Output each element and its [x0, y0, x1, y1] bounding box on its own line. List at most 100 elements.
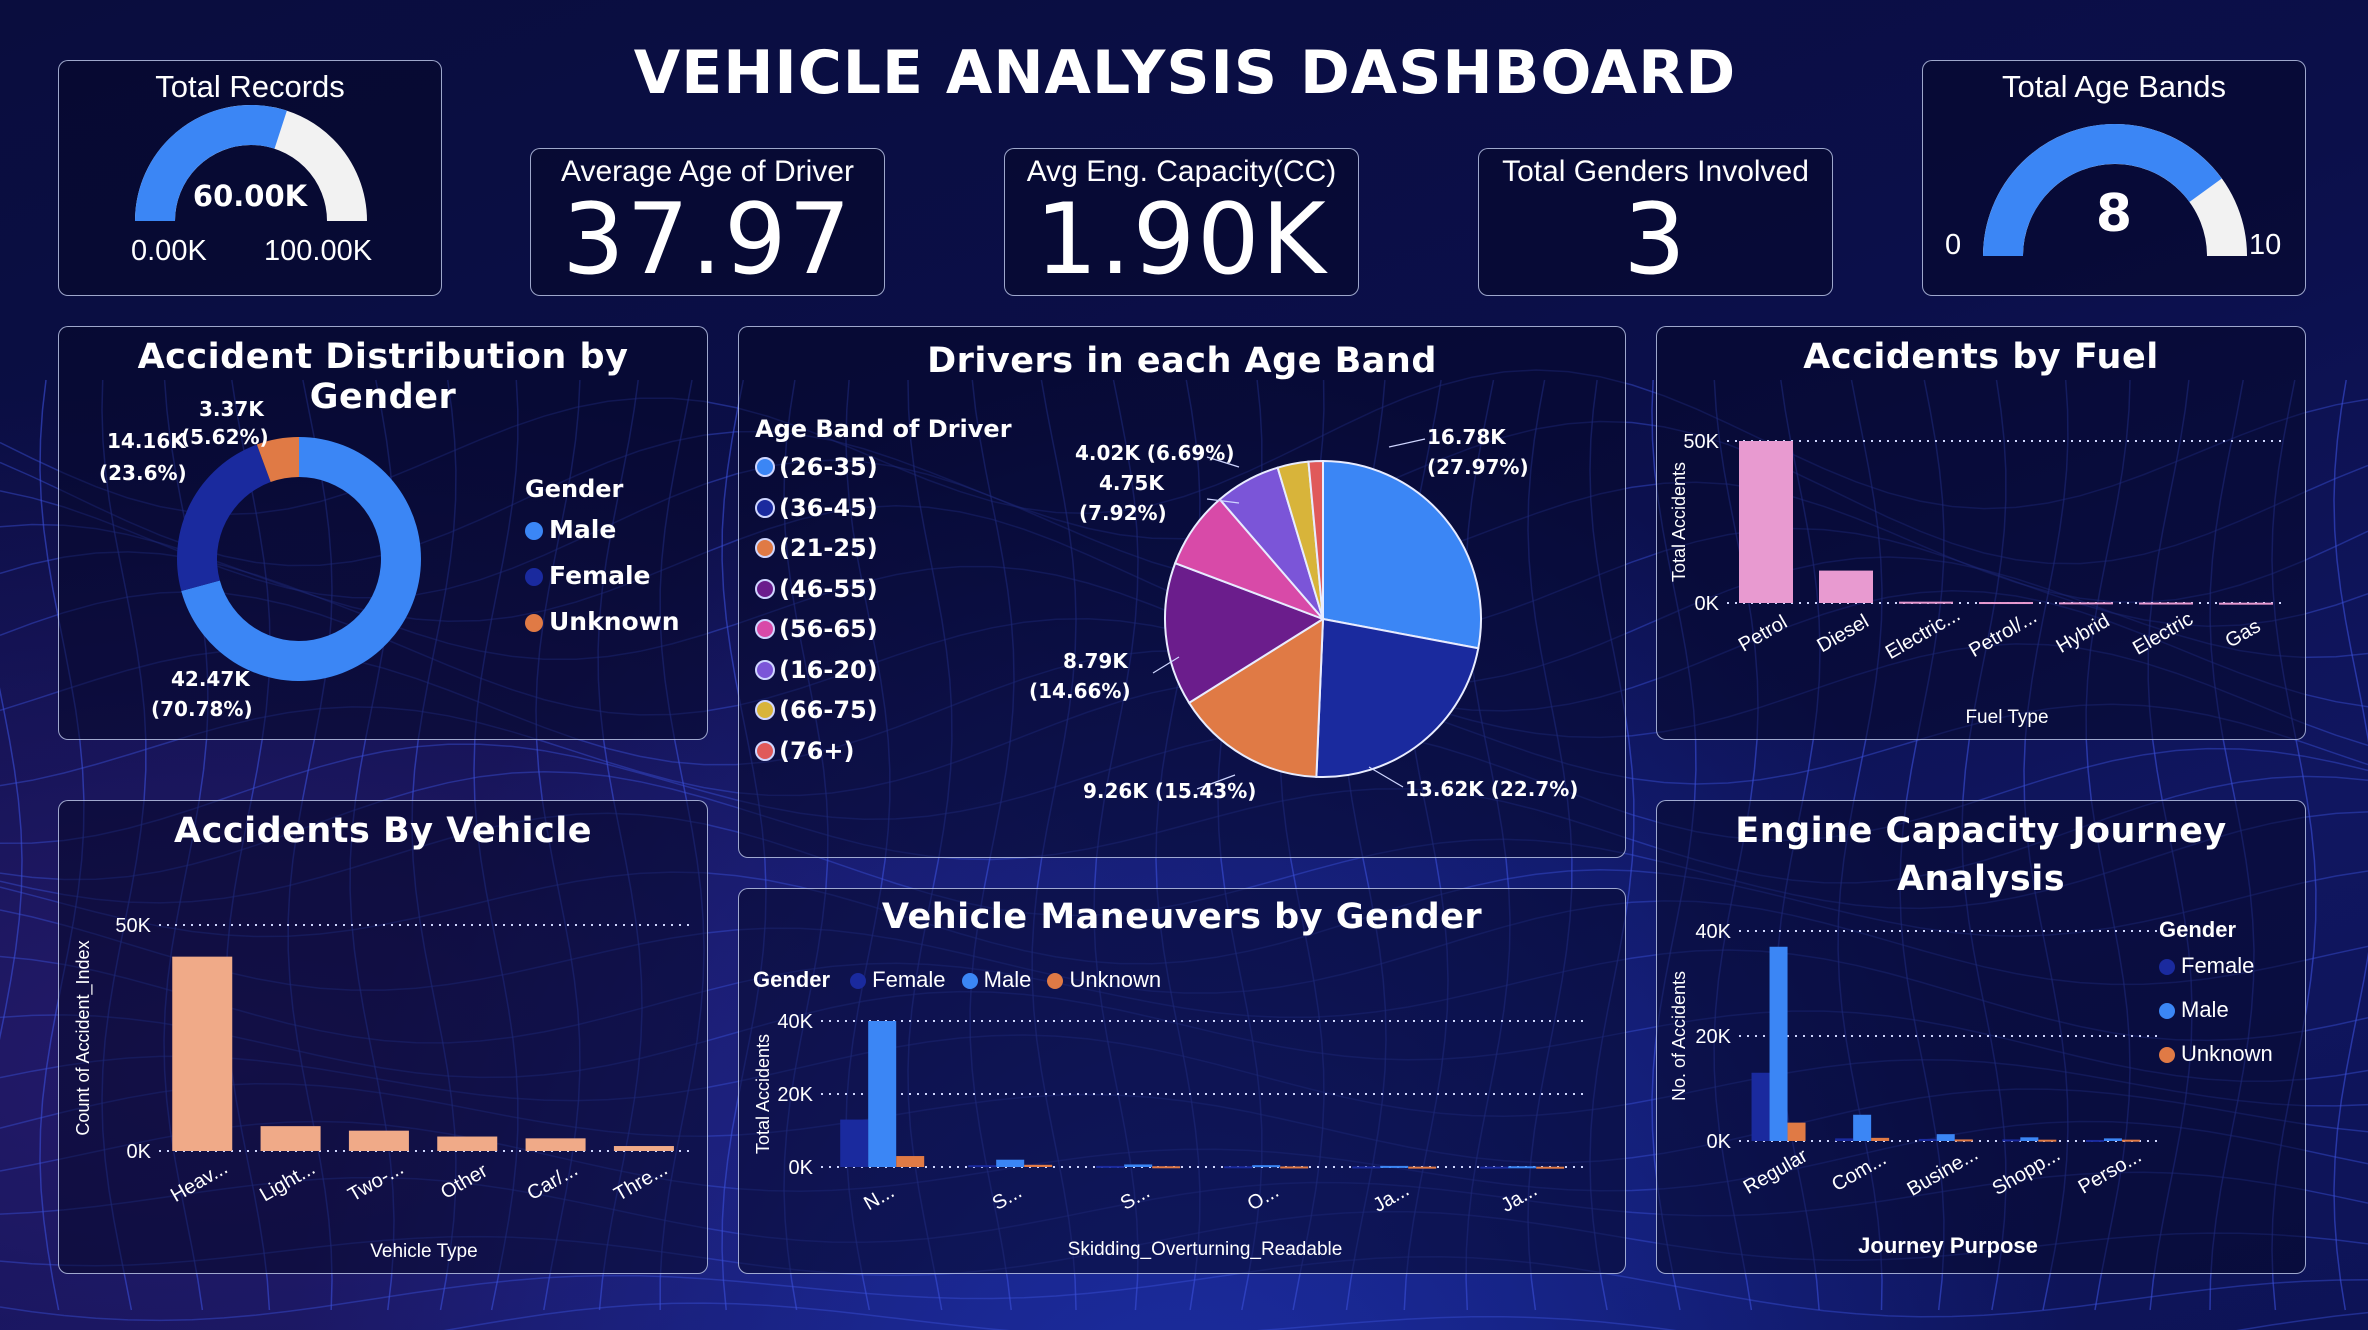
bar [1380, 1165, 1409, 1168]
bar [2059, 602, 2113, 605]
bar [1936, 1134, 1955, 1141]
donut-legend-female[interactable]: Female [525, 561, 650, 590]
x-tick-label: Hybrid [2052, 610, 2113, 658]
gender-donut-card: Accident Distribution by Gender 3.37K (5… [58, 326, 708, 740]
x-tick-label: Thre... [610, 1158, 671, 1206]
bar [968, 1165, 997, 1168]
x-axis-title: Skidding_Overturning_Readable [1068, 1239, 1343, 1260]
y-tick-label: 0K [789, 1157, 814, 1179]
x-tick-label: Petrol [1735, 611, 1791, 656]
bar [1152, 1166, 1181, 1169]
x-tick-label: Gas [2222, 615, 2265, 652]
legend-label: Female [549, 561, 651, 590]
x-tick-label: O... [1244, 1180, 1283, 1215]
wave-line [2333, 379, 2368, 1311]
bar [172, 956, 233, 1151]
x-tick-label: Electric [2129, 608, 2197, 660]
donut-slice-female [177, 444, 271, 591]
avg-engine-value: 1.90K [1035, 183, 1328, 297]
wave-line [0, 687, 23, 1041]
pie-label-e: 4.75K [1099, 471, 1164, 495]
bar [1739, 441, 1793, 603]
total-records-min: 0.00K [131, 235, 207, 267]
total-genders-value: 3 [1623, 183, 1688, 297]
x-axis-title: Vehicle Type [370, 1241, 477, 1262]
x-tick-label: Two-... [344, 1157, 407, 1206]
donut-legend-male[interactable]: Male [525, 515, 616, 544]
y-tick-label: 50K [1683, 431, 1719, 453]
donut-label-female-pct: (23.6%) [99, 461, 187, 485]
bar [2103, 1138, 2122, 1141]
vehicle-bar-chart: 50K 0K Heav... Light... Two-... Other Car/... T… [73, 915, 689, 1262]
bar [1352, 1166, 1381, 1169]
total-genders-card: Total Genders Involved 3 [1478, 148, 1833, 297]
pie-label-d: 8.79K [1063, 649, 1128, 673]
bar [1252, 1165, 1281, 1168]
bar [1979, 602, 2033, 605]
y-axis-title: Count of Accident_Index [73, 940, 94, 1135]
bar [1024, 1164, 1053, 1167]
maneuvers-bar-chart: 40K 20K 0K N... S... S... O... Ja... Ja... Skiddi… [753, 1011, 1589, 1260]
x-tick-label: S... [989, 1181, 1026, 1215]
total-age-bands-min: 0 [1945, 229, 1962, 261]
pie-label-f: 4.02K (6.69%) [1075, 441, 1235, 465]
y-tick-label: 40K [777, 1011, 813, 1033]
bar [437, 1136, 498, 1151]
legend-dot [525, 522, 543, 540]
total-records-card: Total Records 60.00K 0.00K 100.00K [58, 60, 442, 296]
pie-slice [1315, 617, 1480, 778]
legend-dot [525, 568, 543, 586]
donut-legend-title: Gender [525, 475, 624, 503]
fuel-bar-chart: 50K 0K Petrol Diesel Electric... Petrol/... Hy… [1669, 431, 2287, 728]
bar [996, 1159, 1025, 1167]
pie-slice [1322, 459, 1482, 650]
bar [1480, 1166, 1509, 1169]
bar [1224, 1166, 1253, 1169]
y-tick-label: 0K [1707, 1131, 1732, 1153]
legend-dot [525, 614, 543, 632]
x-tick-label: Busine... [1904, 1143, 1982, 1201]
maneuvers-card: Vehicle Maneuvers by Gender Gender Femal… [738, 888, 1626, 1274]
bar [2038, 1139, 2057, 1142]
bar [1751, 1072, 1770, 1141]
bar [2020, 1137, 2039, 1141]
pie-label-a: 16.78K [1427, 425, 1506, 449]
x-tick-label: Com... [1828, 1148, 1890, 1197]
total-age-bands-max: 10 [2249, 229, 2282, 261]
age-band-card: Drivers in each Age Band Age Band of Dri… [738, 326, 1626, 858]
y-tick-label: 0K [1695, 593, 1720, 615]
total-records-max: 100.00K [264, 235, 373, 267]
x-tick-label: Perso... [2075, 1145, 2146, 1199]
pie-label-d-pct: (14.66%) [1029, 679, 1131, 703]
bar [260, 1126, 321, 1151]
bar [1408, 1166, 1437, 1169]
donut-legend-unknown[interactable]: Unknown [525, 607, 680, 636]
bar [1871, 1137, 1890, 1141]
bar [1536, 1166, 1565, 1169]
bar [2002, 1139, 2021, 1142]
bar [613, 1146, 674, 1151]
pie-label-a-pct: (27.97%) [1427, 455, 1529, 479]
bar [1787, 1122, 1806, 1141]
pie-label-c: 9.26K (15.43%) [1083, 779, 1257, 803]
x-tick-label: N... [860, 1180, 898, 1215]
donut-label-male-pct: (70.78%) [151, 697, 253, 721]
total-age-bands-card: Total Age Bands 8 0 10 [1922, 60, 2306, 296]
donut-label-unknown-pct: (5.62%) [181, 425, 269, 449]
y-tick-label: 20K [777, 1084, 813, 1106]
y-axis-title: Total Accidents [753, 1034, 773, 1154]
journey-card: Engine Capacity Journey Analysis Gender … [1656, 800, 2306, 1274]
bar [2219, 602, 2273, 605]
bar [1508, 1166, 1537, 1169]
x-tick-label: Ja... [1497, 1179, 1541, 1217]
bar [1769, 946, 1788, 1141]
donut-label-unknown-value: 3.37K [199, 397, 264, 421]
bar [840, 1119, 869, 1167]
bar [2121, 1139, 2140, 1142]
x-tick-label: Ja... [1369, 1179, 1413, 1217]
donut-label-female-value: 14.16K [107, 429, 186, 453]
x-tick-label: Shopp... [1989, 1144, 2065, 1200]
x-tick-label: Diesel [1813, 610, 1872, 657]
bar [896, 1156, 925, 1167]
x-tick-label: Petrol/... [1965, 606, 2041, 662]
